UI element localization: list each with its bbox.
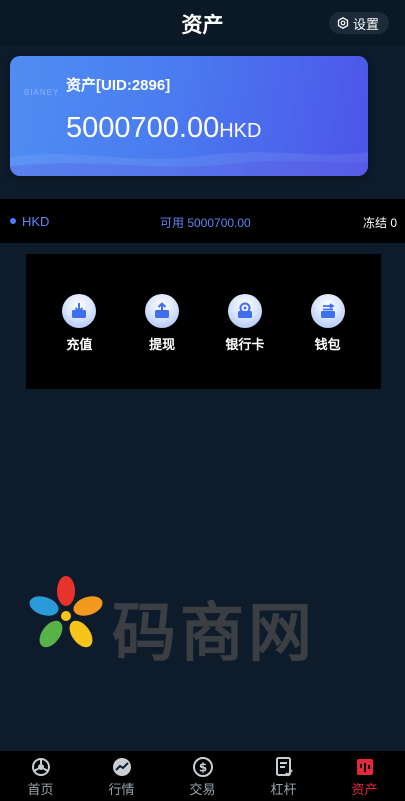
withdraw-label: 提现 bbox=[149, 337, 176, 352]
balance-currency: HKD bbox=[219, 120, 262, 142]
total-balance: 5000700.00 HKD bbox=[66, 112, 261, 145]
deposit-icon bbox=[62, 294, 97, 328]
market-icon bbox=[112, 758, 131, 776]
svg-text:$: $ bbox=[198, 761, 206, 775]
balance-amount: 5000700.00 bbox=[66, 112, 220, 144]
settings-label: 设置 bbox=[352, 16, 379, 32]
assets-icon bbox=[356, 759, 373, 775]
leverage-icon bbox=[275, 757, 293, 777]
top-nav-bar: 资产 设置 bbox=[0, 0, 405, 46]
bottom-tab-bar: 首页 行情 $ 交易 杠杆 资产 bbox=[0, 751, 405, 801]
withdraw-icon bbox=[145, 294, 180, 328]
gear-icon bbox=[337, 17, 349, 29]
withdraw-button[interactable]: 提现 bbox=[127, 294, 197, 353]
tab-assets[interactable]: 资产 bbox=[324, 751, 405, 801]
wallet-label: 钱包 bbox=[314, 337, 341, 352]
frozen-balance: 冻结 0 bbox=[362, 216, 397, 230]
deposit-label: 充值 bbox=[66, 337, 93, 352]
tab-trade[interactable]: $ 交易 bbox=[162, 751, 243, 801]
tab-trade-label: 交易 bbox=[189, 782, 216, 797]
asset-card: BIANEY 资产[UID:2896] 5000700.00 HKD bbox=[10, 56, 368, 176]
wallet-button[interactable]: 钱包 bbox=[293, 294, 363, 353]
bank-card-label: 银行卡 bbox=[225, 337, 265, 352]
card-watermark: BIANEY bbox=[24, 88, 60, 97]
currency-name: HKD bbox=[22, 214, 50, 229]
account-uid: 资产[UID:2896] bbox=[66, 77, 171, 94]
available-balance: 可用 5000700.00 bbox=[160, 216, 251, 230]
trade-icon: $ bbox=[192, 757, 213, 777]
home-icon bbox=[31, 758, 50, 776]
tab-home[interactable]: 首页 bbox=[0, 751, 81, 801]
currency-balance-row[interactable]: HKD 可用 5000700.00 冻结 0 bbox=[0, 199, 405, 243]
tab-home-label: 首页 bbox=[27, 782, 54, 797]
asset-actions-panel: 充值 提现 银行卡 钱包 bbox=[26, 254, 381, 389]
currency-dot-icon bbox=[10, 218, 16, 224]
wallet-icon bbox=[310, 294, 345, 328]
watermark-logo: 码商网 bbox=[26, 576, 326, 671]
bank-card-icon bbox=[227, 294, 262, 328]
bank-card-button[interactable]: 银行卡 bbox=[210, 294, 280, 353]
tab-market-label: 行情 bbox=[108, 782, 135, 797]
watermark-logo-text: 码商网 bbox=[112, 597, 316, 671]
settings-button[interactable]: 设置 bbox=[328, 12, 389, 34]
tab-assets-label: 资产 bbox=[351, 782, 378, 797]
tab-leverage[interactable]: 杠杆 bbox=[243, 751, 324, 801]
flower-logo-icon bbox=[29, 576, 103, 648]
tab-market[interactable]: 行情 bbox=[81, 751, 162, 801]
tab-leverage-label: 杠杆 bbox=[270, 782, 297, 797]
deposit-button[interactable]: 充值 bbox=[44, 294, 114, 353]
